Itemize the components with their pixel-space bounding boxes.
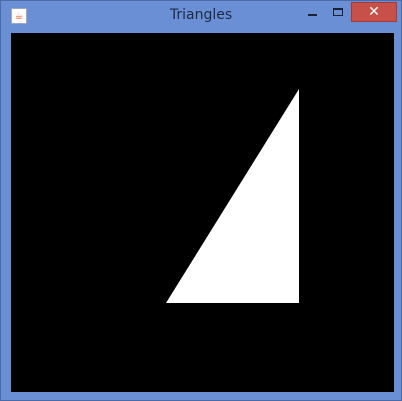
minimize-button[interactable] xyxy=(299,2,325,22)
minimize-icon xyxy=(307,14,317,16)
title-bar[interactable]: ☕ Triangles ✕ xyxy=(1,1,401,31)
close-button[interactable]: ✕ xyxy=(351,2,397,22)
white-triangle xyxy=(166,89,299,303)
maximize-button[interactable] xyxy=(325,2,351,22)
app-window: ☕ Triangles ✕ xyxy=(0,0,402,401)
close-icon: ✕ xyxy=(368,4,380,20)
canvas-svg xyxy=(166,89,299,303)
maximize-icon xyxy=(333,8,343,16)
drawing-canvas xyxy=(11,33,394,392)
